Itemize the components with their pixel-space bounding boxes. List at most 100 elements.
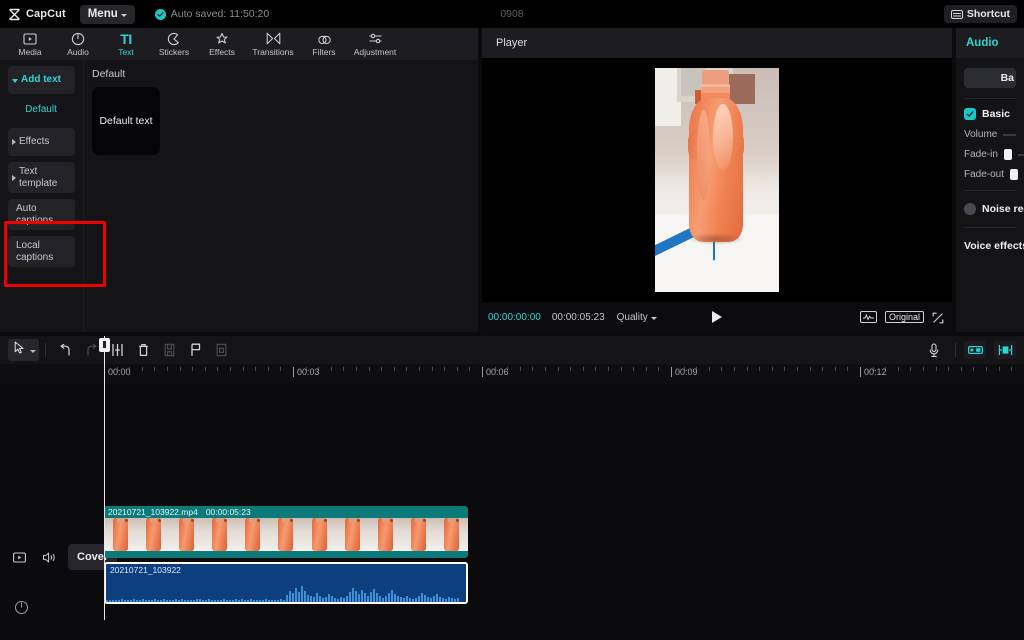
waveform-bar: [388, 593, 390, 602]
sidebar-item-effects[interactable]: Effects: [8, 128, 75, 156]
cursor-arrow-icon: [14, 341, 25, 359]
playhead-grip[interactable]: [99, 338, 110, 352]
waveform-bar: [208, 599, 210, 602]
waveform-bar: [130, 600, 132, 602]
effects-sparkle-icon: [215, 31, 229, 46]
waveform-bar: [217, 600, 219, 602]
ruler-tick: [658, 367, 660, 371]
noise-reduction-toggle[interactable]: [964, 203, 976, 215]
audio-clip-name: 20210721_103922: [110, 565, 181, 575]
chevron-down-icon: [30, 349, 36, 353]
waveform-bar: [412, 599, 414, 602]
sidebar-item-text-template[interactable]: Text template: [8, 162, 75, 193]
timeline-toolbar-right: [921, 336, 1016, 364]
audio-clip[interactable]: 20210721_103922: [104, 562, 468, 604]
play-icon[interactable]: [712, 311, 722, 323]
tab-filters[interactable]: Filters: [300, 28, 348, 60]
ruler-tick: [154, 367, 156, 371]
crop-flag-button: [208, 339, 234, 361]
undo-button[interactable]: [52, 339, 78, 361]
select-tool-button[interactable]: [8, 339, 39, 361]
ruler-tick: [217, 367, 219, 371]
playhead[interactable]: [99, 336, 110, 620]
ruler-tick: [582, 367, 584, 371]
waveform-bar: [139, 600, 141, 602]
tab-audio-label: Audio: [67, 47, 89, 57]
audio-waveform-icon[interactable]: [859, 311, 877, 323]
fade-in-slider-knob[interactable]: [1003, 149, 1012, 160]
quality-dropdown[interactable]: Quality: [617, 312, 657, 323]
volume-slider[interactable]: [1003, 133, 1016, 136]
waveform-bar: [250, 599, 252, 602]
tab-media[interactable]: Media: [6, 28, 54, 60]
autosave-text: Auto saved: 11:50:20: [170, 8, 270, 20]
ruler-tick: [406, 367, 408, 371]
waveform-bar: [136, 600, 138, 602]
preset-group-title: Default: [92, 68, 126, 80]
waveform-bar: [106, 600, 108, 602]
menu-button[interactable]: Menu: [79, 4, 135, 24]
original-quality-badge[interactable]: Original: [884, 311, 924, 323]
waveform-bar: [373, 589, 375, 602]
sidebar-item-auto-captions-label: Auto captions: [16, 203, 54, 226]
waveform-bar: [325, 597, 327, 602]
tab-adjustment[interactable]: Adjustment: [348, 28, 402, 60]
tab-stickers[interactable]: Stickers: [150, 28, 198, 60]
waveform-bar: [454, 599, 456, 602]
fullscreen-icon[interactable]: [932, 311, 944, 324]
player-controls: 00:00:00:00 00:00:05:23 Quality Original: [482, 302, 952, 332]
tab-audio[interactable]: Audio: [54, 28, 102, 60]
fade-in-slider[interactable]: [1017, 153, 1024, 156]
waveform-bar: [400, 597, 402, 602]
ruler-tick: [431, 367, 433, 371]
waveform-bar: [205, 600, 207, 602]
tab-transitions[interactable]: Transitions: [246, 28, 300, 60]
microphone-button[interactable]: [921, 339, 947, 361]
voice-effects-row[interactable]: Voice effects: [964, 240, 1024, 252]
ruler-tick: [960, 367, 962, 371]
waveform-bar: [223, 599, 225, 602]
ruler-tick: [1011, 367, 1013, 371]
waveform-bar: [406, 596, 408, 602]
waveform-bar: [409, 598, 411, 602]
fade-out-slider-knob[interactable]: [1010, 169, 1019, 180]
waveform-bar: [292, 593, 294, 602]
sidebar-item-local-captions[interactable]: Local captions: [8, 236, 75, 267]
marker-button[interactable]: [182, 339, 208, 361]
mixer-button[interactable]: [964, 341, 986, 359]
player-stage[interactable]: [482, 58, 952, 302]
waveform-bar: [214, 600, 216, 602]
menu-button-label: Menu: [87, 8, 118, 20]
project-id-text: 0908: [500, 8, 524, 20]
divider: [955, 343, 956, 357]
waveform-bar: [109, 600, 111, 602]
timeline-zoom-button[interactable]: [994, 341, 1016, 359]
tab-text[interactable]: TI Text: [102, 28, 150, 60]
autosave-status: Auto saved: 11:50:20: [154, 8, 270, 20]
ruler-tick: [822, 367, 824, 371]
timeline-ruler[interactable]: 00:00 00:03 00:06 00:09 00:12: [0, 364, 1024, 384]
audio-track-header: [10, 596, 32, 618]
tab-effects[interactable]: Effects: [198, 28, 246, 60]
shortcut-button[interactable]: Shortcut: [943, 5, 1017, 23]
video-clip[interactable]: 20210721_103922.mp4 00:00:05:23: [104, 506, 468, 558]
right-panel-tab-basic[interactable]: Ba: [964, 68, 1016, 88]
ruler-tick: [280, 367, 282, 371]
tab-adjustment-label: Adjustment: [353, 47, 397, 57]
preset-card-default-text[interactable]: Default text: [92, 87, 160, 155]
sidebar-item-auto-captions[interactable]: Auto captions: [8, 199, 75, 230]
waveform-bar: [379, 596, 381, 602]
ruler-tick: [973, 367, 975, 371]
video-track-icon[interactable]: [8, 546, 30, 568]
audio-track-icon[interactable]: [10, 596, 32, 618]
sidebar-item-default[interactable]: Default: [8, 100, 75, 120]
fade-out-label: Fade-out: [964, 169, 1005, 180]
mute-speaker-icon[interactable]: [38, 546, 60, 568]
delete-button[interactable]: [130, 339, 156, 361]
ruler-label: 00:12: [864, 367, 887, 377]
waveform-bar: [280, 599, 282, 602]
waveform-bar: [178, 600, 180, 602]
sidebar-item-add-text[interactable]: Add text: [8, 66, 75, 94]
basic-checkbox[interactable]: [964, 108, 976, 120]
waveform-bar: [148, 600, 150, 602]
